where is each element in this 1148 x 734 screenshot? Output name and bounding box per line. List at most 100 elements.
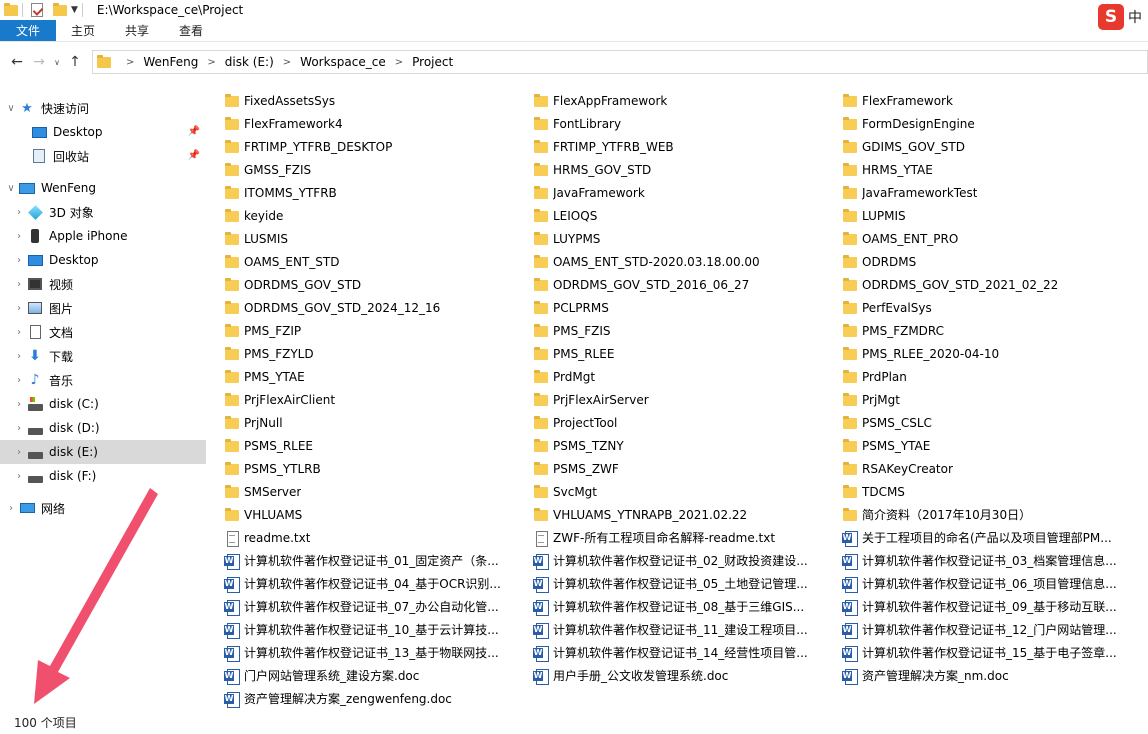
sidebar-item-desktop[interactable]: › Desktop [0,248,206,272]
tab-file[interactable]: 文件 [0,20,57,41]
folder-item[interactable]: PMS_RLEE_2020-04-10 [842,342,1144,365]
chevron-right-icon[interactable]: › [11,255,27,266]
tab-share[interactable]: 共享 [110,20,164,41]
sidebar-item-downloads[interactable]: › ⬇ 下载 [0,344,206,368]
breadcrumb-separator-icon[interactable]: > [207,57,215,68]
folder-item[interactable]: PrdMgt [533,365,842,388]
folder-item[interactable]: FixedAssetsSys [224,89,533,112]
new-folder-icon[interactable] [53,3,67,17]
folder-item[interactable]: VHLUAMS_YTNRAPB_2021.02.22 [533,503,842,526]
folder-item[interactable]: PrjNull [224,411,533,434]
folder-item[interactable]: FlexAppFramework [533,89,842,112]
folder-item[interactable]: PMS_FZIP [224,319,533,342]
file-item[interactable]: 用户手册_公文收发管理系统.doc [533,664,842,687]
file-item[interactable]: 计算机软件著作权登记证书_07_办公自动化管... [224,595,533,618]
folder-item[interactable]: ODRDMS_GOV_STD_2024_12_16 [224,296,533,319]
folder-item[interactable]: PrjFlexAirClient [224,388,533,411]
folder-item[interactable]: ODRDMS_GOV_STD_2016_06_27 [533,273,842,296]
chevron-right-icon[interactable]: › [11,399,27,410]
folder-item[interactable]: LUSMIS [224,227,533,250]
chevron-down-icon[interactable]: ▼ [71,5,78,15]
folder-item[interactable]: SMServer [224,480,533,503]
chevron-right-icon[interactable]: › [11,207,27,218]
folder-item[interactable]: LUPMIS [842,204,1144,227]
file-item[interactable]: 计算机软件著作权登记证书_01_固定资产（条... [224,549,533,572]
breadcrumb-separator-icon[interactable]: > [395,57,403,68]
folder-item[interactable]: JavaFrameworkTest [842,181,1144,204]
sidebar-item-desktop-quick[interactable]: Desktop 📌 [0,120,206,144]
file-item[interactable]: 计算机软件著作权登记证书_13_基于物联网技... [224,641,533,664]
file-item[interactable]: 计算机软件著作权登记证书_06_项目管理信息... [842,572,1144,595]
folder-item[interactable]: PrdPlan [842,365,1144,388]
folder-item[interactable]: OAMS_ENT_STD-2020.03.18.00.00 [533,250,842,273]
folder-item[interactable]: JavaFramework [533,181,842,204]
sidebar-item-3d-objects[interactable]: › 3D 对象 [0,200,206,224]
file-item[interactable]: 计算机软件著作权登记证书_05_土地登记管理... [533,572,842,595]
chevron-right-icon[interactable]: › [11,351,27,362]
sidebar-item-videos[interactable]: › 视频 [0,272,206,296]
sidebar-item-disk-f[interactable]: › disk (F:) [0,464,206,488]
file-item[interactable]: 计算机软件著作权登记证书_04_基于OCR识别... [224,572,533,595]
folder-item[interactable]: ITOMMS_YTFRB [224,181,533,204]
sidebar-item-music[interactable]: › ♪ 音乐 [0,368,206,392]
folder-item[interactable]: ODRDMS [842,250,1144,273]
folder-item[interactable]: ProjectTool [533,411,842,434]
folder-item[interactable]: PMS_FZYLD [224,342,533,365]
up-arrow-icon[interactable]: ↑ [64,54,86,70]
chevron-right-icon[interactable]: › [11,375,27,386]
folder-item[interactable]: PerfEvalSys [842,296,1144,319]
folder-item[interactable]: SvcMgt [533,480,842,503]
file-item[interactable]: 计算机软件著作权登记证书_09_基于移动互联... [842,595,1144,618]
sidebar-item-disk-c[interactable]: › disk (C:) [0,392,206,416]
pin-icon[interactable]: 📌 [188,150,200,161]
recent-locations-chevron-icon[interactable]: ∨ [50,58,64,67]
breadcrumb-workspace[interactable]: Workspace_ce [300,55,386,69]
properties-icon[interactable] [31,3,45,17]
folder-item[interactable]: PSMS_CSLC [842,411,1144,434]
folder-item[interactable]: PSMS_YTLRB [224,457,533,480]
folder-item[interactable]: GMSS_FZIS [224,158,533,181]
chevron-down-icon[interactable]: ∨ [3,103,19,114]
breadcrumb-disk-e[interactable]: disk (E:) [225,55,274,69]
folder-item[interactable]: PMS_FZIS [533,319,842,342]
chevron-right-icon[interactable]: › [11,303,27,314]
folder-item[interactable]: PSMS_ZWF [533,457,842,480]
back-arrow-icon[interactable]: ← [6,54,28,70]
folder-item[interactable]: LEIOQS [533,204,842,227]
chevron-right-icon[interactable]: › [11,279,27,290]
folder-item[interactable]: OAMS_ENT_PRO [842,227,1144,250]
folder-item[interactable]: OAMS_ENT_STD [224,250,533,273]
chevron-right-icon[interactable]: › [11,447,27,458]
breadcrumb-project[interactable]: Project [412,55,453,69]
breadcrumb-separator-icon[interactable]: > [126,57,134,68]
folder-item[interactable]: PSMS_TZNY [533,434,842,457]
forward-arrow-icon[interactable]: → [28,54,50,70]
folder-item[interactable]: PSMS_RLEE [224,434,533,457]
folder-item[interactable]: FlexFramework [842,89,1144,112]
tab-view[interactable]: 查看 [164,20,218,41]
chevron-right-icon[interactable]: › [11,327,27,338]
file-item[interactable]: 计算机软件著作权登记证书_11_建设工程项目... [533,618,842,641]
folder-item[interactable]: FlexFramework4 [224,112,533,135]
file-item[interactable]: 计算机软件著作权登记证书_03_档案管理信息... [842,549,1144,572]
folder-item[interactable]: PrjFlexAirServer [533,388,842,411]
file-item[interactable]: ZWF-所有工程项目命名解释-readme.txt [533,526,842,549]
breadcrumb-separator-icon[interactable]: > [283,57,291,68]
chevron-down-icon[interactable]: ∨ [3,183,19,194]
sidebar-item-disk-d[interactable]: › disk (D:) [0,416,206,440]
file-item[interactable]: 资产管理解决方案_zengwenfeng.doc [224,687,533,710]
chevron-right-icon[interactable]: › [11,423,27,434]
folder-item[interactable]: PMS_YTAE [224,365,533,388]
file-item[interactable]: 计算机软件著作权登记证书_14_经营性项目管... [533,641,842,664]
file-item[interactable]: 计算机软件著作权登记证书_02_财政投资建设... [533,549,842,572]
folder-item[interactable]: PCLPRMS [533,296,842,319]
sidebar-item-quick-access[interactable]: ∨ ★ 快速访问 [0,96,206,120]
folder-item[interactable]: PSMS_YTAE [842,434,1144,457]
tab-home[interactable]: 主页 [56,20,110,41]
sidebar-item-disk-e[interactable]: › disk (E:) [0,440,206,464]
sidebar-item-apple-iphone[interactable]: › Apple iPhone [0,224,206,248]
sidebar-item-this-pc[interactable]: ∨ WenFeng [0,176,206,200]
folder-item[interactable]: PMS_FZMDRC [842,319,1144,342]
folder-item[interactable]: FRTIMP_YTFRB_DESKTOP [224,135,533,158]
chevron-right-icon[interactable]: › [11,471,27,482]
